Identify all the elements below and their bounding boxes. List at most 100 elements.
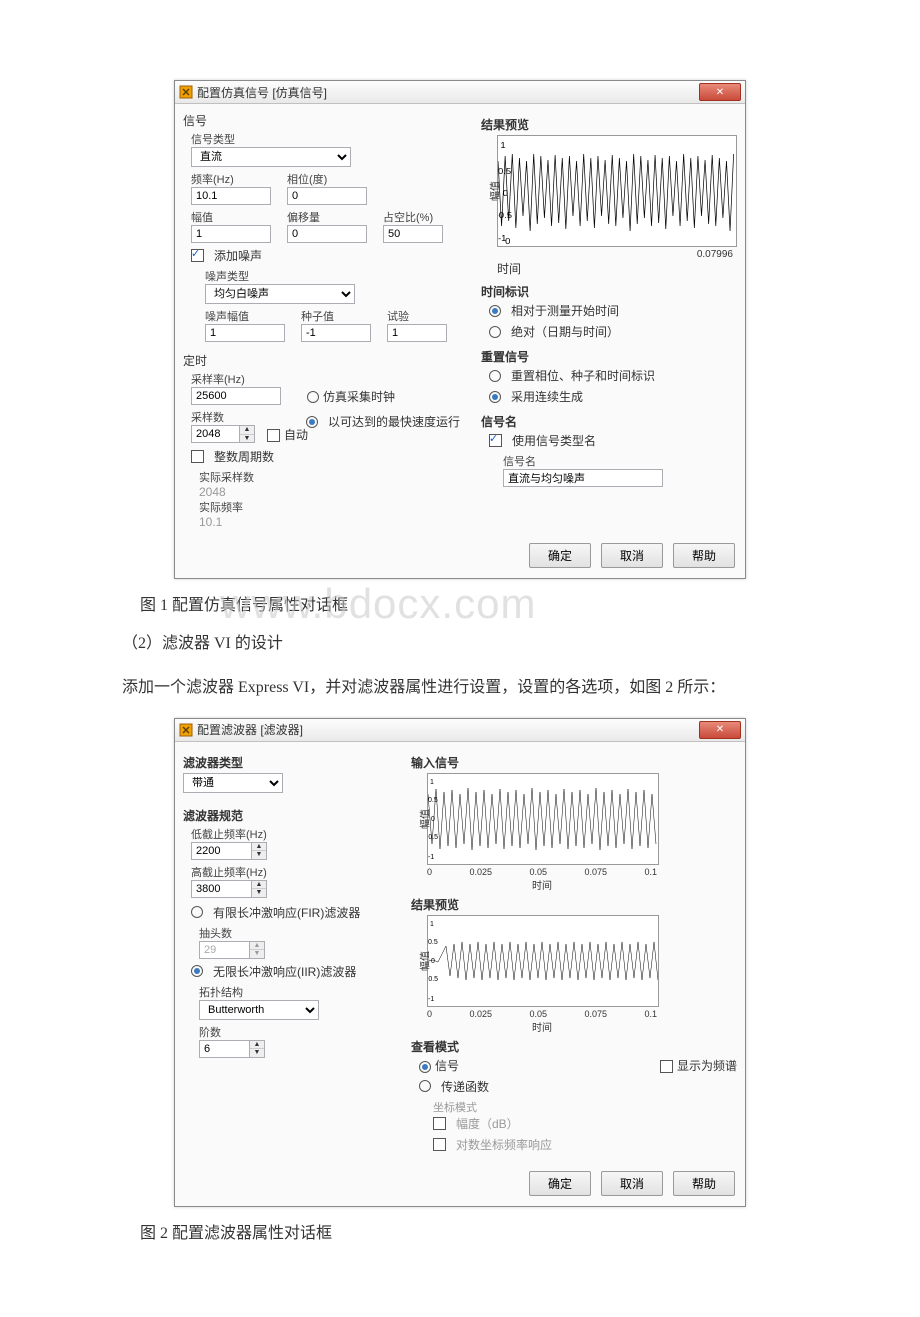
auto-label: 自动 (284, 428, 308, 442)
fir-label: 有限长冲激响应(FIR)滤波器 (213, 904, 360, 921)
phase-input[interactable] (287, 187, 367, 205)
svg-text:-0.5: -0.5 (428, 976, 438, 983)
titlebar: 配置仿真信号 [仿真信号] ✕ (175, 81, 745, 104)
signame-section: 信号名 (481, 413, 737, 430)
view-transfer-label: 传递函数 (441, 1078, 489, 1095)
low-cut-spinner[interactable]: ▲▼ (251, 842, 267, 860)
duty-input[interactable] (383, 225, 443, 243)
view-signal-radio[interactable] (419, 1061, 431, 1073)
high-cut-spinner[interactable]: ▲▼ (251, 880, 267, 898)
samples-spinner[interactable]: ▲▼ (239, 425, 255, 443)
use-type-name-label: 使用信号类型名 (512, 432, 596, 449)
int-cycles-checkbox[interactable] (191, 450, 204, 463)
seed-label: 种子值 (301, 308, 381, 324)
duty-label: 占空比(%) (383, 209, 453, 225)
taps-label: 抽头数 (199, 925, 403, 941)
cancel-button-2[interactable]: 取消 (601, 1171, 663, 1196)
samples-input[interactable] (191, 425, 239, 443)
signal-name-label: 信号名 (503, 453, 737, 469)
input-signal-section: 输入信号 (411, 754, 737, 771)
low-cut-input[interactable] (191, 842, 251, 860)
signal-name-input[interactable] (503, 469, 663, 487)
order-spinner[interactable]: ▲▼ (249, 1040, 265, 1058)
coord-mode-section: 坐标模式 (433, 1099, 737, 1115)
filter-type-section: 滤波器类型 (183, 754, 403, 771)
order-input[interactable] (199, 1040, 249, 1058)
svg-text:-0.5: -0.5 (498, 211, 512, 220)
timing-section: 定时 (183, 352, 473, 369)
help-button-2[interactable]: 帮助 (673, 1171, 735, 1196)
sim-clock-label: 仿真采集时钟 (323, 390, 395, 404)
continuous-radio[interactable] (489, 391, 501, 403)
iir-radio[interactable] (191, 965, 203, 977)
svg-text:0.5: 0.5 (428, 797, 438, 804)
paragraph-2: 添加一个滤波器 Express VI，并对滤波器属性进行设置，设置的各选项，如图… (90, 673, 830, 703)
app-icon (179, 85, 193, 99)
signal-type-select[interactable]: 直流 (191, 147, 351, 167)
high-cut-input[interactable] (191, 880, 251, 898)
fastest-radio[interactable] (306, 416, 318, 428)
topology-select[interactable]: Butterworth (199, 1000, 319, 1020)
trial-input[interactable] (387, 324, 447, 342)
low-cut-label: 低截止频率(Hz) (191, 826, 403, 842)
svg-text:-1: -1 (428, 854, 434, 861)
result-preview-section: 结果预览 (411, 896, 737, 913)
taps-spinner: ▲▼ (249, 941, 265, 959)
iir-label: 无限长冲激响应(IIR)滤波器 (213, 963, 356, 980)
plot-xmax: 0.07996 (697, 249, 733, 260)
svg-text:1: 1 (430, 779, 434, 786)
log-freq-checkbox (433, 1138, 446, 1151)
figure1-caption: 图 1 配置仿真信号属性对话框 (140, 591, 830, 615)
absolute-time-label: 绝对（日期与时间） (511, 323, 619, 340)
amp-label: 幅值 (191, 209, 281, 225)
ok-button-2[interactable]: 确定 (529, 1171, 591, 1196)
freq-input[interactable] (191, 187, 271, 205)
fir-radio[interactable] (191, 906, 203, 918)
svg-text:1: 1 (430, 921, 434, 928)
relative-time-label: 相对于测量开始时间 (511, 302, 619, 319)
filter-type-select[interactable]: 带通 (183, 773, 283, 793)
add-noise-label: 添加噪声 (214, 247, 262, 264)
view-transfer-radio[interactable] (419, 1080, 431, 1092)
cancel-button[interactable]: 取消 (601, 543, 663, 568)
noise-amp-input[interactable] (205, 324, 285, 342)
int-cycles-label: 整数周期数 (214, 448, 274, 465)
relative-time-radio[interactable] (489, 305, 501, 317)
filter-spec-section: 滤波器规范 (183, 807, 403, 824)
figure2-caption: 图 2 配置滤波器属性对话框 (140, 1219, 830, 1243)
rate-input[interactable] (191, 387, 281, 405)
sim-clock-radio[interactable] (307, 391, 319, 403)
seed-input[interactable] (301, 324, 371, 342)
amp-input[interactable] (191, 225, 271, 243)
signal-type-label: 信号类型 (191, 131, 473, 147)
result-plot-ylabel: 幅值 (417, 951, 432, 971)
svg-text:0.5: 0.5 (498, 167, 511, 176)
ok-button[interactable]: 确定 (529, 543, 591, 568)
help-button[interactable]: 帮助 (673, 543, 735, 568)
close-button[interactable]: ✕ (699, 83, 741, 101)
offset-input[interactable] (287, 225, 367, 243)
phase-label: 相位(度) (287, 171, 377, 187)
dialog2-title: 配置滤波器 [滤波器] (197, 721, 303, 738)
noise-type-select[interactable]: 均匀白噪声 (205, 284, 355, 304)
actual-freq-value: 10.1 (199, 515, 473, 529)
actual-freq-label: 实际频率 (199, 499, 473, 515)
absolute-time-radio[interactable] (489, 326, 501, 338)
svg-text:-1: -1 (428, 996, 434, 1003)
auto-checkbox[interactable] (267, 429, 280, 442)
reset-phase-label: 重置相位、种子和时间标识 (511, 367, 655, 384)
add-noise-checkbox[interactable] (191, 249, 204, 262)
continuous-label: 采用连续生成 (511, 388, 583, 405)
noise-amp-label: 噪声幅值 (205, 308, 295, 324)
topology-label: 拓扑结构 (199, 984, 403, 1000)
use-type-name-checkbox[interactable] (489, 434, 502, 447)
dialog-title: 配置仿真信号 [仿真信号] (197, 84, 327, 101)
mag-db-checkbox (433, 1117, 446, 1130)
svg-text:0: 0 (503, 189, 508, 198)
actual-samples-label: 实际采样数 (199, 469, 473, 485)
taps-input (199, 941, 249, 959)
close-button-2[interactable]: ✕ (699, 721, 741, 739)
input-plot-ylabel: 幅值 (417, 809, 432, 829)
reset-phase-radio[interactable] (489, 370, 501, 382)
show-spectrum-checkbox[interactable] (660, 1060, 673, 1073)
